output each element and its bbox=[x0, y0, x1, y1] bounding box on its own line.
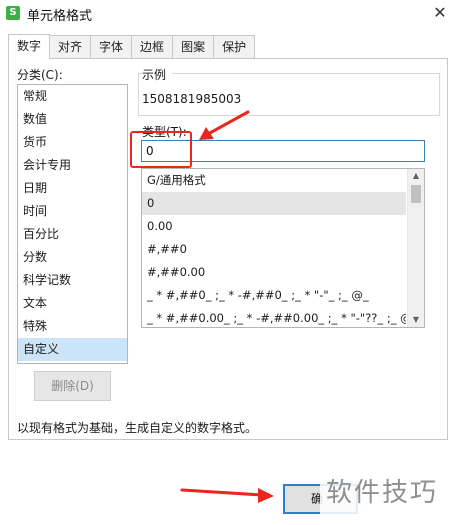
delete-button[interactable]: 删除(D) bbox=[34, 371, 111, 401]
category-item-text[interactable]: 文本 bbox=[18, 292, 127, 315]
watermark-text: 软件技巧 bbox=[326, 478, 439, 508]
sample-label: 示例 bbox=[142, 68, 167, 82]
format-item[interactable]: 0 bbox=[142, 192, 406, 215]
tab-pattern[interactable]: 图案 bbox=[172, 35, 215, 58]
close-icon[interactable]: ✕ bbox=[430, 3, 450, 23]
category-item-currency[interactable]: 货币 bbox=[18, 131, 127, 154]
tab-protection[interactable]: 保护 bbox=[213, 35, 256, 58]
category-item-time[interactable]: 时间 bbox=[18, 200, 127, 223]
title-bar: S 单元格格式 ✕ bbox=[0, 0, 458, 26]
format-item[interactable]: 0.00 bbox=[142, 215, 406, 238]
tab-bar: 数字 对齐 字体 边框 图案 保护 bbox=[8, 34, 256, 59]
category-list[interactable]: 常规 数值 货币 会计专用 日期 时间 百分比 分数 科学记数 文本 特殊 自定… bbox=[17, 84, 128, 364]
format-code-list[interactable]: G/通用格式 0 0.00 #,##0 #,##0.00 _ * #,##0_ … bbox=[141, 168, 425, 328]
tab-border[interactable]: 边框 bbox=[131, 35, 174, 58]
arrow-to-ok-button bbox=[180, 488, 274, 503]
format-list-scrollbar[interactable]: ▲ ▼ bbox=[407, 169, 424, 327]
category-item-fraction[interactable]: 分数 bbox=[18, 246, 127, 269]
scroll-down-icon[interactable]: ▼ bbox=[408, 313, 424, 327]
tab-alignment[interactable]: 对齐 bbox=[49, 35, 92, 58]
category-item-number[interactable]: 数值 bbox=[18, 108, 127, 131]
format-item[interactable]: G/通用格式 bbox=[142, 169, 406, 192]
format-item[interactable]: _ * #,##0_ ;_ * -#,##0_ ;_ * "-"_ ;_ @_ bbox=[142, 284, 406, 307]
scroll-thumb[interactable] bbox=[411, 185, 421, 203]
format-item[interactable]: _ * #,##0.00_ ;_ * -#,##0.00_ ;_ * "-"??… bbox=[142, 307, 406, 327]
format-item[interactable]: #,##0 bbox=[142, 238, 406, 261]
category-item-percentage[interactable]: 百分比 bbox=[18, 223, 127, 246]
sample-value: 1508181985003 bbox=[142, 92, 242, 106]
format-cells-dialog: S 单元格格式 ✕ 数字 对齐 字体 边框 图案 保护 分类(C): 常规 数值… bbox=[0, 0, 458, 525]
description-text: 以现有格式为基础，生成自定义的数字格式。 bbox=[17, 421, 258, 435]
tab-number[interactable]: 数字 bbox=[8, 34, 51, 59]
category-label: 分类(C): bbox=[17, 68, 63, 82]
category-item-special[interactable]: 特殊 bbox=[18, 315, 127, 338]
category-item-date[interactable]: 日期 bbox=[18, 177, 127, 200]
dialog-title: 单元格格式 bbox=[27, 9, 93, 24]
annotation-highlight-box bbox=[130, 131, 192, 168]
category-item-custom[interactable]: 自定义 bbox=[18, 338, 127, 361]
format-item[interactable]: #,##0.00 bbox=[142, 261, 406, 284]
category-item-accounting[interactable]: 会计专用 bbox=[18, 154, 127, 177]
scroll-up-icon[interactable]: ▲ bbox=[408, 169, 424, 183]
tab-font[interactable]: 字体 bbox=[90, 35, 133, 58]
app-icon: S bbox=[6, 6, 20, 20]
category-item-scientific[interactable]: 科学记数 bbox=[18, 269, 127, 292]
category-item-general[interactable]: 常规 bbox=[18, 85, 127, 108]
